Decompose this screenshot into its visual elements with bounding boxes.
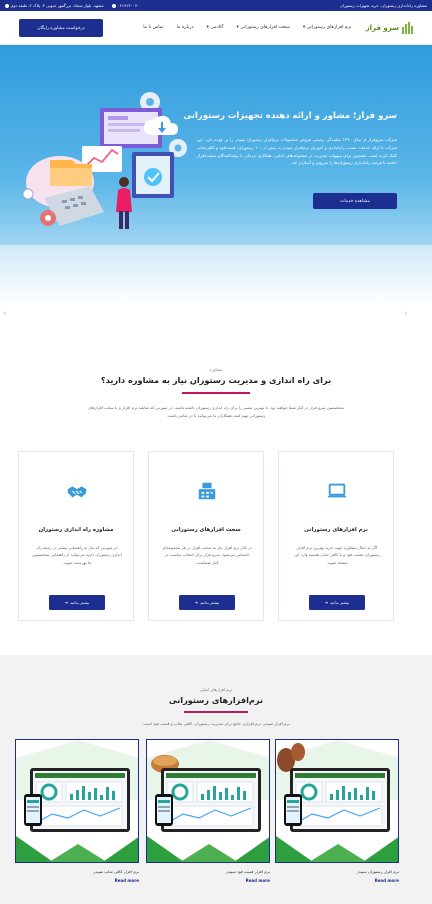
nav-item-academy[interactable]: آکادمی ▾ [207, 25, 224, 30]
address-text: مشهد، بلوار سجاد، بزرگمهر جنوبی ۳، پلاک … [11, 3, 104, 8]
title-underline [182, 392, 250, 394]
title-underline [184, 711, 248, 713]
nav-item-hardware[interactable]: سخت افزارهای رستورانی ▾ [237, 25, 290, 30]
laptop-icon [327, 483, 347, 498]
site-header: درخواست مشاوره رایگان نرم افزارهای رستور… [0, 11, 432, 45]
learn-more-button[interactable]: ➜ بیشتر بدانید [179, 595, 235, 610]
address-info: مشهد، بلوار سجاد، بزرگمهر جنوبی ۳، پلاک … [5, 3, 104, 8]
product-name[interactable]: نرم افزار رستوران سپیدز [275, 869, 399, 874]
free-consult-button[interactable]: درخواست مشاوره رایگان [19, 18, 103, 37]
phone-info[interactable]: ۰۲۱۹۱۳۰۰۷۰ [111, 3, 139, 8]
service-card: سخت افزارهای رستورانی در کنار نرم افزار … [148, 451, 264, 621]
learn-more-button[interactable]: ➜ بیشتر بدانید [49, 595, 105, 610]
site-logo[interactable]: سرو فراز [365, 21, 414, 34]
hero-title: سرو فراز؛ مشاور و ارائه دهنده تجهیزات رس… [183, 111, 397, 121]
arrow-icon: ➜ [64, 600, 69, 605]
product-name[interactable]: نرم افزار فست فود سپیدز [146, 869, 270, 874]
logo-text: سرو فراز [365, 23, 399, 32]
view-services-button[interactable]: مشاهده خدمات [313, 193, 397, 209]
slider-next-arrow[interactable]: › [404, 309, 408, 319]
product-card[interactable] [146, 739, 270, 863]
card-text: اگر به دنبال مشاوره جهت خرید بهترین نرم … [294, 545, 380, 565]
card-title: مشاوره راه اندازی رستوران [38, 527, 114, 533]
slider-prev-arrow[interactable]: ‹ [3, 309, 7, 319]
read-more-link[interactable]: Read more [275, 878, 399, 883]
arrow-icon: ➜ [324, 600, 329, 605]
location-icon [5, 3, 9, 8]
service-card: مشاوره راه اندازی رستوران در صورتی که نی… [18, 451, 134, 621]
main-nav: نرم افزارهای رستورانی ▾ سخت افزارهای رست… [143, 25, 351, 30]
software-title: نرم‌افزارهای رستورانی [168, 695, 264, 705]
hero-illustration [22, 92, 187, 229]
consult-title: برای راه اندازی و مدیریت رستوران نیاز به… [100, 375, 332, 385]
topbar-tagline: مشاوره راه‌اندازی رستوران، خرید تجهیزات … [340, 3, 427, 8]
person-icon [119, 177, 129, 187]
hero-description: شرکت سروفراز از سال ۱۳۹۰ نمایندگی رسمی ف… [197, 137, 397, 166]
consult-kicker: مشاوره [209, 367, 223, 372]
product-name[interactable]: نرم افزار کافی شاپ سپیدز [15, 869, 139, 874]
card-text: در کنار نرم افزار نیاز به سخت افزار در ه… [162, 545, 252, 565]
card-title: سخت افزارهای رستورانی [171, 527, 241, 533]
hero-fade [0, 245, 432, 305]
read-more-link[interactable]: Read more [15, 878, 139, 883]
read-more-link[interactable]: Read more [146, 878, 270, 883]
phone-icon [111, 3, 116, 8]
consult-description: متخصصین سرو فراز در کنار شما خواهند بود،… [88, 405, 344, 418]
product-screenshot [16, 740, 138, 862]
top-info-bar: مشهد، بلوار سجاد، بزرگمهر جنوبی ۳، پلاک … [0, 0, 432, 11]
phone-text[interactable]: ۰۲۱۹۱۳۰۰۷۰ [118, 3, 139, 8]
service-card: نرم افزارهای رستورانی اگر به دنبال مشاور… [278, 451, 394, 621]
product-screenshot [147, 740, 269, 862]
cash-register-icon [198, 482, 216, 500]
arrow-icon: ➜ [194, 600, 199, 605]
logo-mark-icon [402, 21, 414, 34]
handshake-icon [67, 486, 87, 498]
product-screenshot [276, 740, 398, 862]
learn-more-button[interactable]: ➜ بیشتر بدانید [309, 595, 365, 610]
product-card[interactable] [275, 739, 399, 863]
nav-item-software[interactable]: نرم افزارهای رستورانی ▾ [303, 25, 352, 30]
nav-item-contact[interactable]: تماس با ما [143, 25, 163, 30]
nav-item-about[interactable]: درباره ما [177, 25, 194, 30]
card-title: نرم افزارهای رستورانی [304, 527, 368, 533]
product-card[interactable] [15, 739, 139, 863]
card-text: در صورتی که نیاز به راهنمایی بیشتر در زم… [32, 545, 122, 565]
software-description: نرم افزار سپیدز، نرم افزاری جامع برای مد… [142, 721, 290, 726]
software-kicker: نرم افزارهای اصلی [199, 687, 233, 692]
